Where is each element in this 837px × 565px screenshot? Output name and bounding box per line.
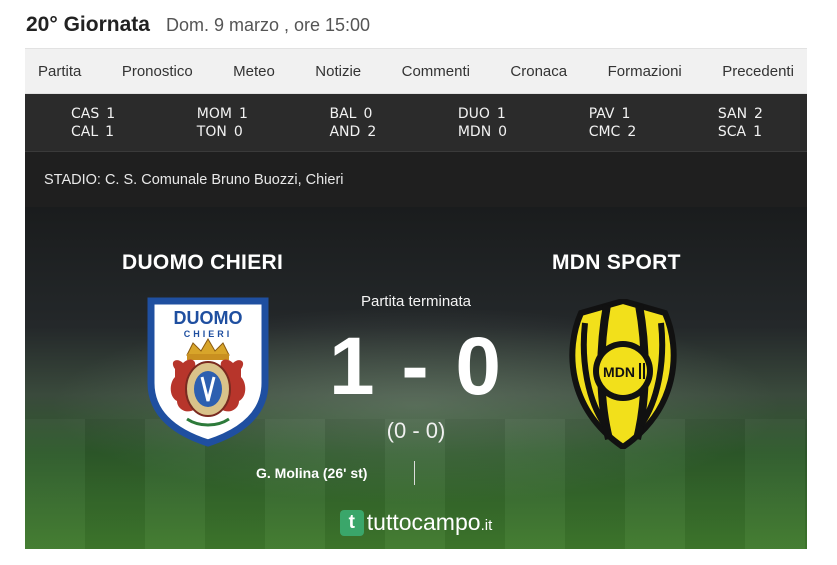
result-away-team: TON bbox=[196, 123, 227, 140]
result-item[interactable]: BAL 0 AND 2 bbox=[329, 105, 376, 141]
result-away-team: CMC bbox=[588, 123, 621, 140]
result-item[interactable]: MOM 1 TON 0 bbox=[197, 105, 248, 141]
round-title: 20° Giornata bbox=[26, 13, 150, 36]
result-home-team: MOM bbox=[196, 105, 232, 122]
tuttocampo-logo[interactable]: t tuttocampo.it bbox=[25, 509, 807, 536]
round-header: 20° Giornata Dom. 9 marzo , ore 15:00 bbox=[25, 0, 807, 48]
result-home-score: 1 bbox=[106, 105, 116, 122]
result-home-team: SAN bbox=[717, 105, 748, 122]
result-away-score: 1 bbox=[753, 123, 763, 140]
match-page: 20° Giornata Dom. 9 marzo , ore 15:00 Pa… bbox=[25, 0, 807, 549]
result-away-score: 0 bbox=[233, 123, 243, 140]
result-away-score: 0 bbox=[498, 123, 508, 140]
tab-precedenti[interactable]: Precedenti bbox=[722, 63, 794, 80]
tab-notizie[interactable]: Notizie bbox=[315, 63, 361, 80]
result-home-team: BAL bbox=[329, 105, 357, 122]
tab-pronostico[interactable]: Pronostico bbox=[122, 63, 193, 80]
match-status: Partita terminata bbox=[360, 293, 472, 310]
stadium-info: STADIO: C. S. Comunale Bruno Buozzi, Chi… bbox=[25, 151, 807, 207]
result-away-team: CAL bbox=[71, 123, 99, 140]
result-item[interactable]: SAN 2 SCA 1 bbox=[718, 105, 763, 141]
result-home-team: DUO bbox=[457, 105, 490, 122]
result-away-team: AND bbox=[329, 123, 361, 140]
tuttocampo-icon: t bbox=[339, 509, 364, 536]
result-home-score: 1 bbox=[238, 105, 248, 122]
tab-meteo[interactable]: Meteo bbox=[233, 63, 275, 80]
match-tabs: Partita Pronostico Meteo Notizie Comment… bbox=[25, 48, 807, 94]
result-home-score: 2 bbox=[754, 105, 763, 122]
tab-cronaca[interactable]: Cronaca bbox=[510, 63, 567, 80]
result-away-team: MDN bbox=[457, 123, 492, 140]
scorers-divider bbox=[414, 461, 415, 485]
tab-commenti[interactable]: Commenti bbox=[402, 63, 470, 80]
brand-tld: .it bbox=[480, 517, 493, 534]
away-team-name[interactable]: MDN SPORT bbox=[552, 251, 681, 275]
result-away-score: 2 bbox=[367, 123, 377, 140]
match-datetime: Dom. 9 marzo , ore 15:00 bbox=[165, 14, 371, 35]
result-home-score: 1 bbox=[496, 105, 506, 122]
round-results-bar: CAS 1 CAL 1 MOM 1 TON 0 BAL 0 AND 2 DUO 1 MDN 0 … bbox=[25, 94, 807, 151]
result-item[interactable]: CAS 1 CAL 1 bbox=[71, 105, 115, 141]
half-time-score: (0 - 0) bbox=[386, 418, 446, 443]
brand-name-text: tuttocampo bbox=[366, 509, 481, 535]
home-team-name[interactable]: DUOMO CHIERI bbox=[122, 251, 283, 275]
match-scoreboard: DUOMO CHIERI MDN SPORT DUOMO CHIERI MDN … bbox=[25, 207, 807, 549]
tab-partita[interactable]: Partita bbox=[38, 63, 81, 80]
result-home-score: 0 bbox=[363, 105, 373, 122]
brand-name: tuttocampo.it bbox=[367, 509, 492, 536]
result-away-score: 1 bbox=[105, 123, 115, 140]
result-home-team: CAS bbox=[71, 105, 100, 122]
result-away-team: SCA bbox=[717, 123, 747, 140]
result-home-score: 1 bbox=[621, 105, 631, 122]
tab-formazioni[interactable]: Formazioni bbox=[608, 63, 682, 80]
result-item[interactable]: DUO 1 MDN 0 bbox=[458, 105, 507, 141]
result-item[interactable]: PAV 1 CMC 2 bbox=[589, 105, 637, 141]
result-home-team: PAV bbox=[588, 105, 615, 122]
home-scorer: G. Molina (26' st) bbox=[256, 465, 368, 481]
result-away-score: 2 bbox=[627, 123, 637, 140]
final-score: 1 - 0 bbox=[328, 321, 504, 412]
